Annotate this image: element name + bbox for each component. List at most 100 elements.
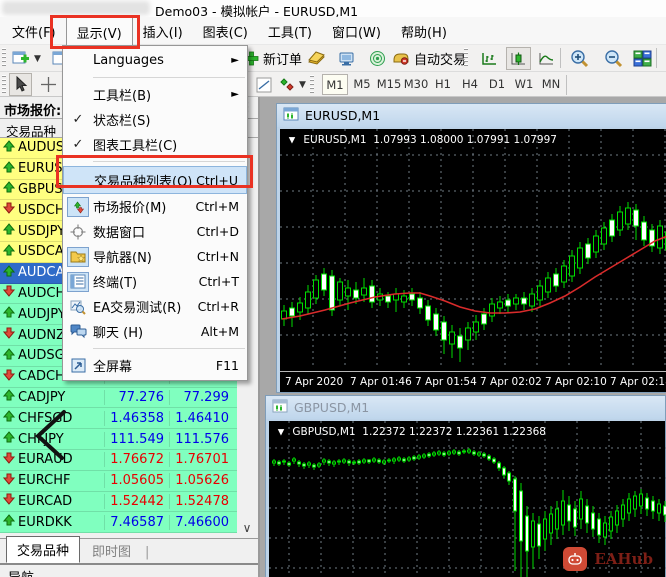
timeframe-button-d1[interactable]: D1 [484,74,510,95]
symbol-label: EURCAD [18,493,73,509]
line-chart-mode-button[interactable] [534,47,559,70]
chart-client-eurusd[interactable]: ▼ EURUSD,M1 1.07993 1.08000 1.07991 1.07… [280,129,666,392]
menu-item-shortcut: Ctrl+M [195,199,240,214]
market-watch-tab-1[interactable]: 即时图 [82,538,141,563]
bid-price: 1.76672 [104,452,169,468]
cursor-tool-button[interactable] [9,73,32,96]
menu-item-languages[interactable]: Languages ► [63,48,247,73]
menu-item-gutter [63,356,93,376]
terminal-connect-button[interactable] [334,47,361,70]
symbol-label: CADJPY [18,389,66,405]
menubar-item-help[interactable]: 帮助(H) [391,17,457,45]
line-studies-button[interactable] [252,73,276,96]
indicators-button[interactable]: ▼ [276,73,310,96]
chevron-down-icon: ▼ [34,53,41,64]
menu-item-navigator[interactable]: 导航器(N) Ctrl+N [63,244,247,269]
quote-row-eurchf[interactable]: EURCHF 1.05605 1.05626 [0,470,237,492]
scroll-down-icon[interactable]: ∨ [238,521,256,535]
price-up-icon [0,348,18,364]
price-down-icon [0,285,18,301]
chart-client-gbpusd[interactable]: ▼ GBPUSD,M1 1.22372 1.22372 1.22361 1.22… [269,421,666,577]
menubar-item-insert[interactable]: 插入(I) [133,17,193,45]
menu-item-gutter [63,322,93,342]
menubar-item-charts[interactable]: 图表(C) [193,17,258,45]
ask-price: 1.05626 [169,473,234,489]
chart-titlebar-gbpusd[interactable]: GBPUSD,M1 [266,396,665,419]
toolbar-grip[interactable] [2,48,6,68]
menu-item-chat[interactable]: 聊天 (H) Alt+M [63,319,247,344]
toolbar-grip[interactable] [464,48,468,68]
view-menu: Languages ► 工具栏(B) ► ✓ 状态栏(S) ✓ 图表工具栏(C) 交易品种列表(… [62,45,248,381]
autotrading-icon [392,51,410,66]
menu-item-label: 市场报价(M) [93,201,167,216]
menu-item-shortcut: Ctrl+T [198,274,239,289]
time-axis-label: 7 Apr 02:02 [480,376,542,388]
menu-item-label: 数据窗口 [93,226,146,241]
menu-item-terminal[interactable]: 终端(T) Ctrl+T [63,269,247,294]
new-order-button[interactable]: 新订单 [240,47,306,70]
crosshair-tool-button[interactable] [36,73,61,96]
price-up-icon [0,264,18,281]
eahub-label: EAHub [594,550,653,568]
time-axis-eurusd[interactable]: 7 Apr 2020 7 Apr 01:46 7 Apr 01:54 7 Apr 02… [280,371,666,392]
new-order-label: 新订单 [263,53,303,68]
signals-button[interactable] [365,47,390,70]
chat-icon [67,322,89,342]
toolbar-grip[interactable] [310,75,314,95]
menu-item-data-window[interactable]: 数据窗口 Ctrl+D [63,219,247,244]
timeframe-button-mn[interactable]: MN [538,74,564,95]
zoom-in-button[interactable] [566,47,594,70]
price-up-icon [0,160,18,177]
timeframe-button-w1[interactable]: W1 [511,74,537,95]
timeframe-button-m30[interactable]: M30 [403,74,429,95]
fullscreen-icon [67,356,89,376]
signal-sonar-icon [369,50,386,67]
timeframe-button-h4[interactable]: H4 [457,74,483,95]
menu-item-fullscreen[interactable]: 全屏幕 F11 [63,353,247,378]
menu-item-market-watch[interactable]: 市场报价(M) Ctrl+M [63,194,247,219]
chart-window-eurusd[interactable]: EURUSD,M1 ▼ EURUSD,M1 1.07993 1.08000 1.… [276,103,666,393]
chart-window-gbpusd[interactable]: GBPUSD,M1 ▼ GBPUSD,M1 1.22372 1.22372 1.… [265,395,666,577]
timeframe-button-m5[interactable]: M5 [349,74,375,95]
cursor-arrow-icon [13,76,28,93]
price-up-icon [0,514,18,530]
candlestick-mode-button[interactable] [506,47,531,70]
timeframe-button-m1[interactable]: M1 [322,74,348,95]
menu-item-label: 终端(T) [93,276,138,291]
price-down-icon [0,493,18,509]
menubar-item-tools[interactable]: 工具(T) [258,17,322,45]
dropdown-triangle-icon[interactable]: ▼ [278,427,284,437]
menu-separator [93,348,245,349]
annotation-arrow [35,410,66,460]
candlestick-icon [510,51,527,67]
ohlc-values: 1.07993 1.08000 1.07991 1.07997 [373,134,557,146]
candlestick-chart-eurusd[interactable] [280,129,666,369]
zoom-out-icon [604,49,624,68]
dropdown-triangle-icon[interactable]: ▼ [289,135,295,145]
quote-row-eurdkk[interactable]: EURDKK 7.46587 7.46600 [0,512,237,534]
timeframe-button-m15[interactable]: M15 [376,74,402,95]
price-up-icon [0,244,18,260]
timeframe-button-h1[interactable]: H1 [430,74,456,95]
chart-titlebar-eurusd[interactable]: EURUSD,M1 [277,104,666,127]
data-window-icon [67,222,89,242]
menu-item-tester[interactable]: EA交易测试(R) Ctrl+R [63,294,247,319]
ask-price: 7.46600 [169,514,234,530]
menu-item-status-bar[interactable]: ✓ 状态栏(S) [63,107,247,132]
quote-row-eurcad[interactable]: EURCAD 1.52442 1.52478 [0,491,237,513]
menu-item-toolbars[interactable]: 工具栏(B) ► [63,82,247,107]
menubar-item-window[interactable]: 窗口(W) [322,17,391,45]
quote-line: ▼ GBPUSD,M1 1.22372 1.22372 1.22361 1.22… [277,426,546,438]
market-watch-tab-0[interactable]: 交易品种 [6,536,81,563]
bar-chart-mode-button[interactable] [477,47,502,70]
toolbar-separator [566,75,567,95]
toolbar-grip[interactable] [2,75,6,95]
autotrading-button[interactable]: 自动交易 [388,47,470,70]
tile-windows-button[interactable] [629,47,656,70]
menu-item-chart-toolbar[interactable]: ✓ 图表工具栏(C) [63,132,247,157]
new-chart-button[interactable]: ▼ [8,47,45,70]
depth-of-market-button[interactable] [303,47,330,70]
quote-row-cadjpy[interactable]: CADJPY 77.276 77.299 [0,387,237,409]
price-down-icon [0,452,18,468]
zoom-out-button[interactable] [600,47,628,70]
